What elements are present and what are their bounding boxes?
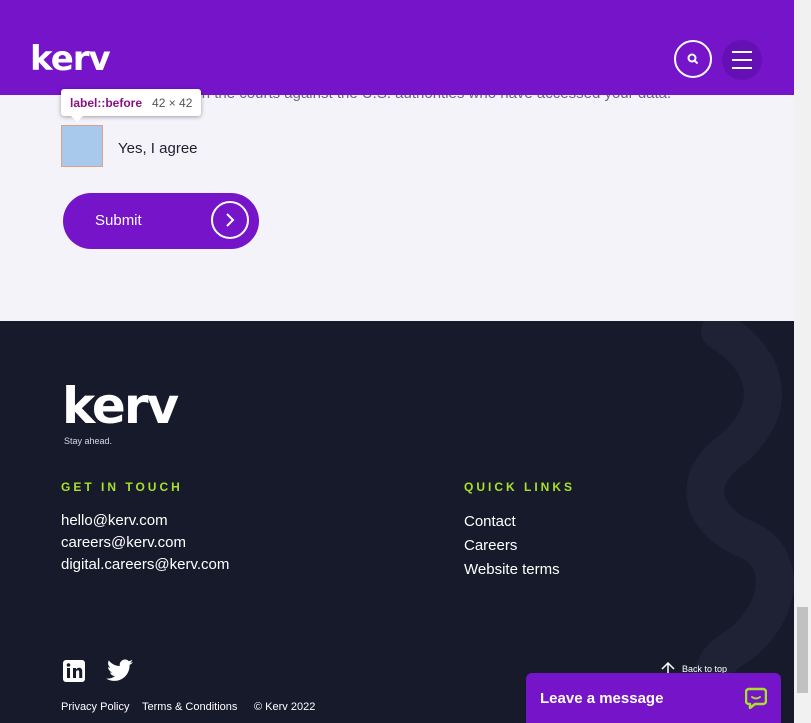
terms-conditions-link[interactable]: Terms & Conditions bbox=[142, 701, 237, 713]
footer-kerv-logo[interactable]: kerv bbox=[62, 379, 179, 433]
chevron-right-icon bbox=[211, 201, 249, 239]
quick-link-website-terms[interactable]: Website terms bbox=[464, 561, 560, 578]
linkedin-icon[interactable] bbox=[62, 659, 86, 683]
privacy-policy-link[interactable]: Privacy Policy bbox=[61, 701, 129, 713]
scrollbar-thumb[interactable] bbox=[797, 607, 808, 693]
search-button[interactable] bbox=[674, 40, 712, 78]
email-link-digital-careers[interactable]: digital.careers@kerv.com bbox=[61, 556, 229, 573]
leave-message-button[interactable]: Leave a message bbox=[526, 673, 781, 723]
site-footer: kerv Stay ahead. GET IN TOUCH hello@kerv… bbox=[0, 321, 794, 723]
tooltip-selector: label::before bbox=[70, 95, 143, 110]
hamburger-icon-bar bbox=[732, 51, 752, 53]
submit-button[interactable]: Submit bbox=[63, 193, 259, 249]
menu-button[interactable] bbox=[722, 40, 762, 80]
twitter-icon[interactable] bbox=[106, 659, 134, 683]
hamburger-icon-bar bbox=[732, 67, 752, 69]
chat-bubble-icon bbox=[745, 687, 767, 709]
submit-label: Submit bbox=[95, 212, 142, 229]
chat-label: Leave a message bbox=[540, 689, 664, 707]
tooltip-size: 42 × 42 bbox=[152, 95, 193, 110]
agree-label[interactable]: Yes, I agree bbox=[118, 140, 198, 157]
search-icon bbox=[687, 53, 699, 65]
hamburger-icon-bar bbox=[732, 59, 752, 61]
footer-tagline: Stay ahead. bbox=[64, 436, 113, 446]
agree-checkbox[interactable] bbox=[61, 125, 103, 167]
email-link-careers[interactable]: careers@kerv.com bbox=[61, 534, 186, 551]
kerv-logo[interactable]: kerv bbox=[30, 42, 111, 76]
devtools-tooltip: label::before 42 × 42 bbox=[61, 89, 202, 122]
get-in-touch-heading: GET IN TOUCH bbox=[61, 480, 183, 494]
quick-link-careers[interactable]: Careers bbox=[464, 537, 517, 554]
quick-link-contact[interactable]: Contact bbox=[464, 513, 516, 530]
page-scrollbar[interactable] bbox=[794, 0, 811, 723]
email-link-hello[interactable]: hello@kerv.com bbox=[61, 512, 168, 529]
site-header: kerv bbox=[0, 0, 794, 95]
quick-links-heading: QUICK LINKS bbox=[464, 480, 575, 494]
copyright-text: © Kerv 2022 bbox=[254, 701, 316, 713]
